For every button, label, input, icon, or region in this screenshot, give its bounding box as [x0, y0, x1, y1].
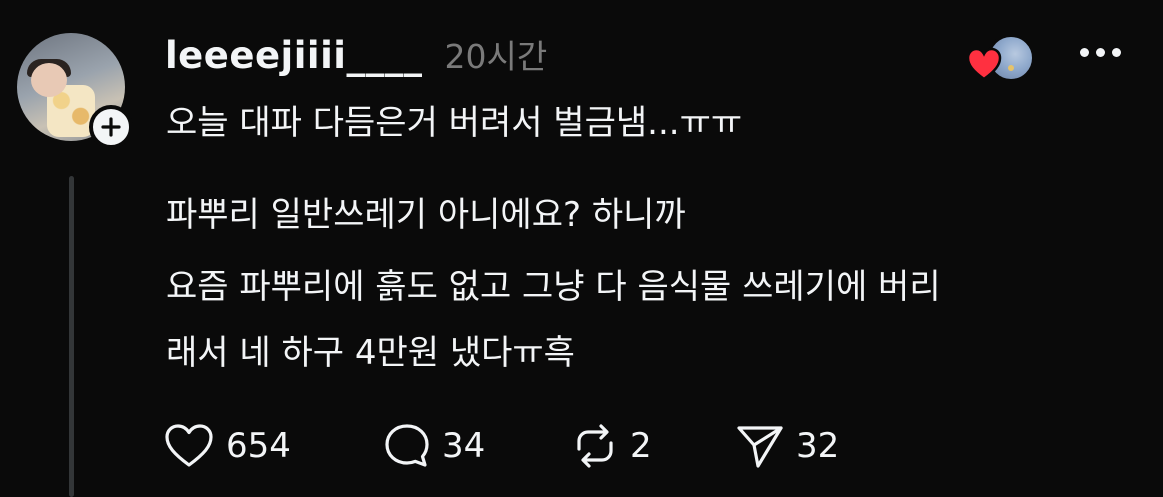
post-header: leeeejiiii____ 20시간	[165, 30, 547, 82]
post-timestamp: 20시간	[444, 37, 548, 76]
share-button[interactable]: 32	[734, 420, 839, 472]
heart-outline-icon	[165, 424, 213, 467]
follow-button[interactable]	[89, 105, 133, 149]
share-count: 32	[796, 426, 840, 466]
plus-icon	[101, 117, 121, 137]
repost-arrows-icon	[577, 424, 613, 468]
thread-line	[69, 176, 74, 497]
username[interactable]: leeeejiiii____	[165, 34, 422, 77]
post-text-line: 래서 네 하구 4만원 냈다ㅠ흑	[166, 333, 575, 373]
post-text-line: 파뿌리 일반쓰레기 아니에요? 하니까	[166, 195, 686, 235]
like-button[interactable]: 654	[162, 420, 291, 472]
speech-bubble-icon	[385, 424, 429, 467]
post-text-line: 요즘 파뿌리에 흙도 없고 그냥 다 음식물 쓰레기에 버리	[166, 267, 941, 307]
paper-plane-icon	[737, 426, 783, 468]
reply-count: 34	[442, 426, 486, 466]
repost-count: 2	[630, 426, 652, 466]
red-heart-icon	[966, 47, 1002, 81]
liked-by-indicator[interactable]	[965, 34, 1041, 86]
like-count: 654	[226, 426, 291, 466]
post-text-line: 오늘 대파 다듬은거 버려서 벌금냄...ㅠㅠ	[166, 103, 743, 143]
author-avatar[interactable]	[17, 33, 133, 149]
more-options-icon[interactable]	[1080, 42, 1126, 62]
repost-button[interactable]: 2	[570, 420, 652, 472]
reply-button[interactable]: 34	[382, 420, 485, 472]
